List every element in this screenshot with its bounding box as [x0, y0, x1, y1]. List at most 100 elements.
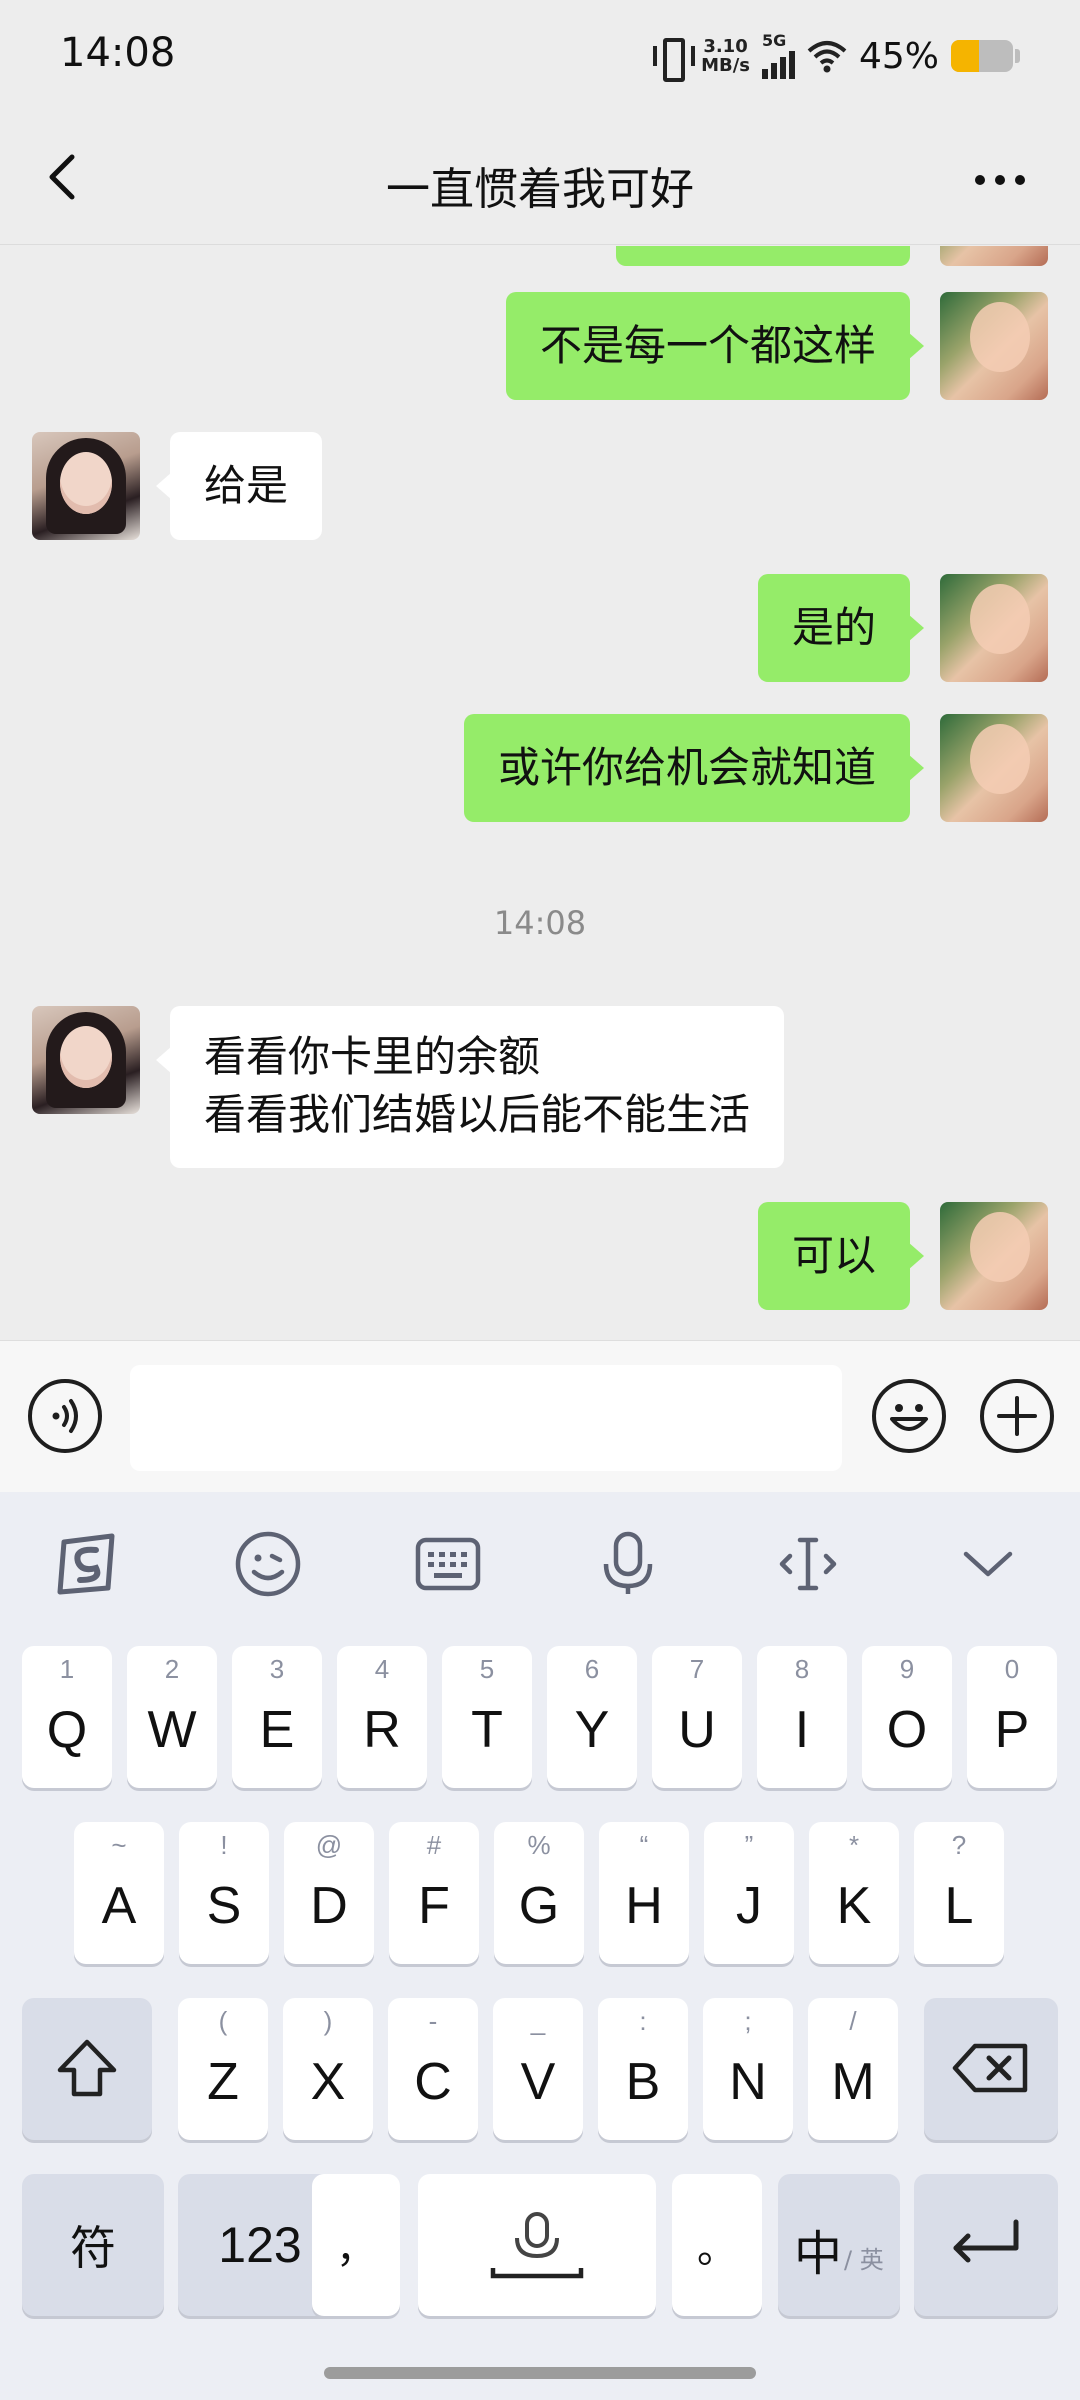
my-avatar[interactable]: [940, 714, 1048, 822]
key-secondary-label: ~: [111, 1830, 127, 1860]
key-label: S: [206, 1877, 242, 1935]
status-icons: 3.10 MB/s 5G 45%: [651, 28, 1020, 84]
microphone-icon[interactable]: [592, 1528, 664, 1600]
key-u[interactable]: 7U: [652, 1646, 742, 1788]
message-input[interactable]: [130, 1365, 842, 1471]
contact-avatar[interactable]: [32, 432, 140, 540]
key-secondary-label: -: [428, 2006, 438, 2036]
plus-icon[interactable]: [980, 1379, 1054, 1453]
net-speed: 3.10 MB/s: [701, 36, 750, 76]
more-dots-icon[interactable]: [960, 155, 1040, 205]
key-l[interactable]: ? L: [914, 1822, 1004, 1964]
contact-avatar[interactable]: [32, 1006, 140, 1114]
key-secondary-label: 6: [584, 1654, 600, 1684]
key-h[interactable]: “H: [599, 1822, 689, 1964]
language-switch-key[interactable]: 中 / 英: [778, 2174, 900, 2316]
key-secondary-label: 1: [59, 1654, 75, 1684]
enter-key[interactable]: [914, 2174, 1058, 2316]
key-secondary-label: 8: [794, 1654, 810, 1684]
comma-key[interactable]: ，: [312, 2174, 400, 2316]
key-secondary-label: !: [220, 1830, 228, 1860]
my-avatar[interactable]: [940, 574, 1048, 682]
key-w[interactable]: 2W: [127, 1646, 217, 1788]
my-avatar[interactable]: [940, 246, 1048, 266]
battery-icon: [951, 40, 1013, 72]
key-s[interactable]: ! S: [179, 1822, 269, 1964]
key-d[interactable]: @ D: [284, 1822, 374, 1964]
message-bubble-partial: [616, 246, 910, 266]
key-e[interactable]: 3E: [232, 1646, 322, 1788]
cursor-icon[interactable]: [772, 1528, 844, 1600]
message-bubble[interactable]: 给是: [155, 432, 323, 540]
my-avatar[interactable]: [940, 1202, 1048, 1310]
voice-icon[interactable]: [28, 1379, 102, 1453]
shift-icon: [57, 2039, 117, 2097]
key-secondary-label: “: [639, 1830, 649, 1860]
key-v[interactable]: _ V: [493, 1998, 583, 2140]
key-f[interactable]: # F: [389, 1822, 479, 1964]
vibrate-icon: [651, 34, 696, 82]
message-bubble[interactable]: 是的: [757, 574, 925, 682]
key-t[interactable]: 5T: [442, 1646, 532, 1788]
key-j[interactable]: ” J: [704, 1822, 794, 1964]
key-secondary-label: ?: [951, 1830, 967, 1860]
key-label: L: [944, 1877, 974, 1935]
keyboard-icon[interactable]: [412, 1528, 484, 1600]
key-secondary-label: @: [315, 1830, 343, 1860]
key-o[interactable]: 9O: [862, 1646, 952, 1788]
key-secondary-label: 3: [269, 1654, 285, 1684]
key-secondary-label: /: [849, 2006, 857, 2036]
soft-keyboard: 1Q2W3E4R5T6Y7U8I9O0P ~ A! S @ D # F% G “H” J * K? L …: [0, 1492, 1080, 2400]
key-label: M: [831, 2053, 875, 2111]
key-x[interactable]: ) X: [283, 1998, 373, 2140]
message-bubble[interactable]: 或许你给机会就知道: [463, 714, 925, 822]
my-avatar[interactable]: [940, 292, 1048, 400]
key-a[interactable]: ~ A: [74, 1822, 164, 1964]
symbols-key[interactable]: 符: [22, 2174, 164, 2316]
message-line: 看看你卡里的余额: [204, 1032, 541, 1081]
key-n[interactable]: ; N: [703, 1998, 793, 2140]
backspace-key[interactable]: [924, 1998, 1058, 2140]
key-z[interactable]: (Z: [178, 1998, 268, 2140]
key-label: A: [101, 1877, 137, 1935]
chat-title: 一直惯着我可好: [386, 164, 694, 215]
key-r[interactable]: 4R: [337, 1646, 427, 1788]
home-indicator[interactable]: [324, 2367, 756, 2379]
emoji-icon[interactable]: [872, 1379, 946, 1453]
emoji-icon[interactable]: [232, 1528, 304, 1600]
key-label: J: [736, 1877, 762, 1935]
key-secondary-label: ;: [744, 2006, 752, 2036]
message-line: 看看我们结婚以后能不能生活: [204, 1090, 751, 1139]
key-i[interactable]: 8I: [757, 1646, 847, 1788]
message-bubble[interactable]: 看看你卡里的余额 看看我们结婚以后能不能生活: [155, 1006, 785, 1168]
key-label: D: [310, 1877, 348, 1935]
key-m[interactable]: / M: [808, 1998, 898, 2140]
key-label: N: [729, 2053, 767, 2111]
key-label: V: [520, 2053, 556, 2111]
message-list[interactable]: 不是每一个都这样 给是 是的 或许你给机会就知道 14:08 看看你卡里的余额 …: [0, 246, 1080, 1340]
key-label: W: [147, 1701, 197, 1759]
key-label: Q: [46, 1701, 88, 1759]
sogou-logo-icon[interactable]: [52, 1528, 124, 1600]
key-label: X: [310, 2053, 346, 2111]
key-k[interactable]: * K: [809, 1822, 899, 1964]
key-secondary-label: :: [639, 2006, 647, 2036]
message-timestamp: 14:08: [493, 904, 587, 942]
collapse-icon[interactable]: [952, 1528, 1024, 1600]
shift-key[interactable]: [22, 1998, 152, 2140]
key-g[interactable]: % G: [494, 1822, 584, 1964]
microphone-icon: [490, 2212, 584, 2279]
key-b[interactable]: :B: [598, 1998, 688, 2140]
message-bubble[interactable]: 可以: [757, 1202, 925, 1310]
key-secondary-label: ): [323, 2006, 333, 2036]
key-q[interactable]: 1Q: [22, 1646, 112, 1788]
key-label: K: [836, 1877, 872, 1935]
key-y[interactable]: 6Y: [547, 1646, 637, 1788]
key-c[interactable]: -C: [388, 1998, 478, 2140]
key-label: Y: [574, 1701, 610, 1759]
space-key[interactable]: [418, 2174, 656, 2316]
key-p[interactable]: 0P: [967, 1646, 1057, 1788]
period-key[interactable]: 。: [672, 2174, 762, 2316]
key-label: Z: [207, 2053, 239, 2111]
message-bubble[interactable]: 不是每一个都这样: [505, 292, 925, 400]
